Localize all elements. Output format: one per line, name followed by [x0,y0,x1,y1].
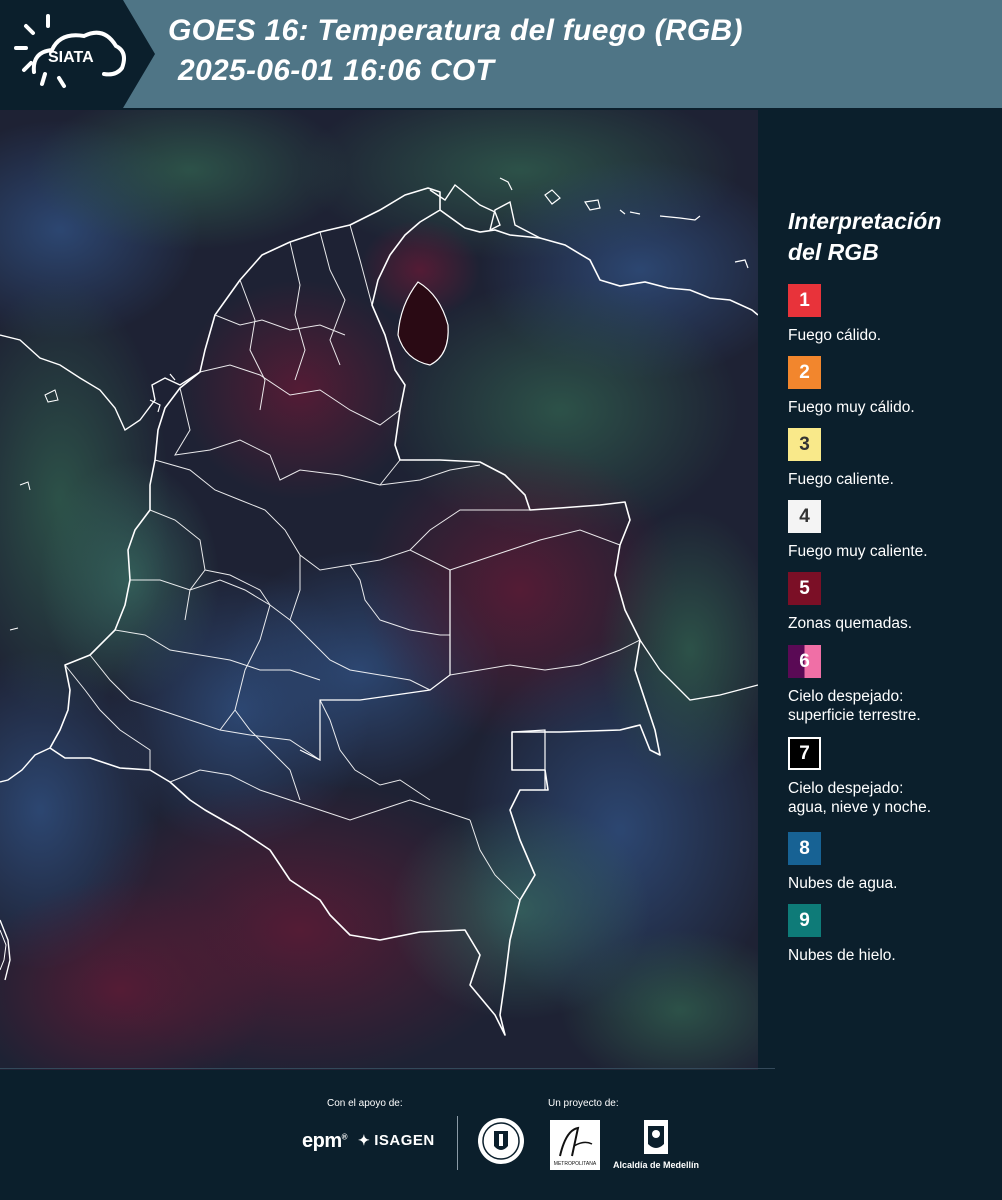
page-timestamp: 2025-06-01 16:06 COT [178,54,495,87]
support-label: Con el apoyo de: [327,1098,403,1109]
legend-swatch: 2 [788,356,821,389]
legend-swatch: 9 [788,904,821,937]
legend-label-line: Cielo despejado: [788,688,904,705]
legend-label-line: superficie terrestre. [788,707,921,724]
legend-label: Fuego cálido. [788,326,881,345]
legend-title-line1: Interpretación [788,208,942,234]
legend-swatch: 5 [788,572,821,605]
legend-label-line: agua, nieve y noche. [788,799,932,816]
project-label: Un proyecto de: [548,1098,619,1109]
legend-label-line: Fuego caliente. [788,471,894,488]
legend-label-line: Zonas quemadas. [788,615,913,632]
alcaldia-medellin-name: Alcaldía de Medellín [612,1160,700,1170]
legend-swatch: 1 [788,284,821,317]
area-metropolitana-name: METROPOLITANA [553,1161,597,1167]
isagen-logo: ✦ ISAGEN [358,1132,435,1149]
legend-label: Fuego caliente. [788,470,894,489]
logo-text: SIATA [48,49,94,66]
epm-logo: epm® [302,1130,348,1152]
legend-label: Nubes de hielo. [788,946,896,965]
university-seal-icon [476,1116,526,1166]
siata-logo: SIATA [12,12,132,96]
legend-label-line: Nubes de hielo. [788,947,896,964]
isagen-mark-icon: ✦ [358,1132,371,1148]
legend-swatch: 7 [788,737,821,770]
legend-label-line: Fuego muy cálido. [788,399,915,416]
legend-swatch: 6 [788,645,821,678]
footer: Con el apoyo de: Un proyecto de: epm® ✦ … [0,1068,1002,1200]
legend-label: Fuego muy cálido. [788,398,915,417]
isagen-text: ISAGEN [374,1132,435,1149]
legend-swatch: 3 [788,428,821,461]
legend-label: Cielo despejado: superficie terrestre. [788,687,921,725]
page-title: GOES 16: Temperatura del fuego (RGB) [168,14,743,47]
legend-label: Zonas quemadas. [788,614,912,633]
legend-label-line: Nubes de agua. [788,875,898,892]
header: SIATA GOES 16: Temperatura del fuego (RG… [0,0,1002,108]
alcaldia-medellin-logo: Alcaldía de Medellín [612,1118,700,1176]
rgb-legend: Interpretación del RGB 1 Fuego cálido. 2 Fu… [772,110,1002,1070]
legend-label-line: Fuego muy caliente. [788,543,928,560]
legend-swatch: 4 [788,500,821,533]
legend-label-line: Cielo despejado: [788,780,904,797]
legend-label: Cielo despejado: agua, nieve y noche. [788,779,931,817]
area-metropolitana-logo: METROPOLITANA [550,1120,600,1170]
legend-label: Nubes de agua. [788,874,897,893]
legend-label-line: Fuego cálido. [788,327,882,344]
legend-label: Fuego muy caliente. [788,542,928,561]
epm-text: epm [302,1130,342,1152]
legend-title-line2: del RGB [788,239,879,265]
imagery-texture [0,110,758,1070]
footer-separator [457,1116,458,1170]
footer-divider [0,1068,775,1069]
legend-title: Interpretación del RGB [788,206,988,268]
satellite-map [0,110,758,1070]
legend-swatch: 8 [788,832,821,865]
